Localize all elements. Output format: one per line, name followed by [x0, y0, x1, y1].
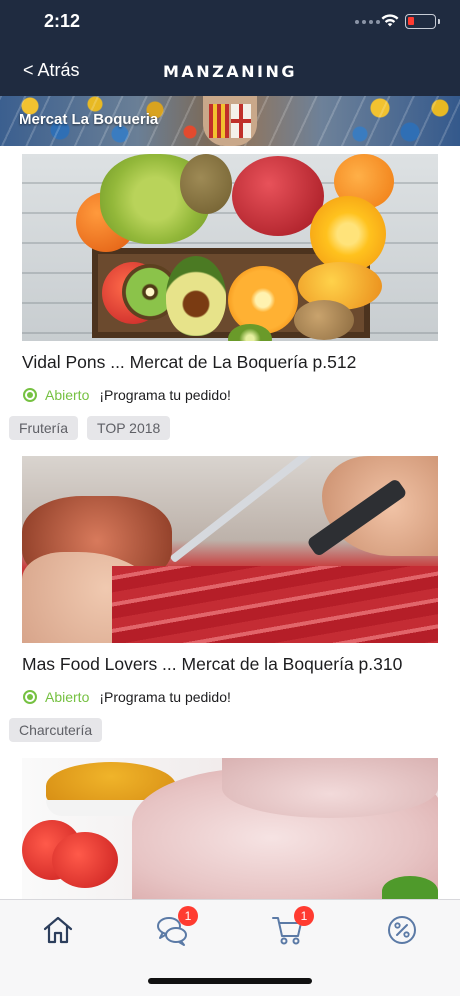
store-image-ham-slicing[interactable] [22, 456, 438, 643]
barcelona-crest-image [203, 96, 257, 146]
percent-icon [388, 916, 416, 944]
status-time: 2:12 [44, 11, 81, 31]
store-image-fruit-crate[interactable] [22, 154, 438, 341]
wifi-icon [381, 14, 399, 27]
home-indicator[interactable] [148, 978, 312, 984]
top-navigation-bar: 2:12 < Atrás MANZANING [0, 0, 460, 96]
tab-offers[interactable] [382, 912, 422, 948]
home-icon [43, 916, 73, 944]
category-tag: Charcutería [9, 718, 103, 742]
store-tags: Frutería TOP 2018 [9, 416, 171, 440]
tab-messages[interactable]: 1 [152, 906, 198, 948]
store-status-row: Abierto ¡Programa tu pedido! [23, 387, 231, 403]
market-title: Mercat La Boqueria [19, 111, 159, 128]
market-banner: Mercat La Boqueria [0, 96, 460, 146]
messages-badge: 1 [178, 906, 198, 926]
award-tag: TOP 2018 [87, 416, 171, 440]
store-title[interactable]: Mas Food Lovers ... Mercat de la Boquerí… [22, 654, 402, 675]
schedule-order-text: ¡Programa tu pedido! [99, 689, 231, 705]
tab-cart[interactable]: 1 [268, 906, 314, 948]
tab-home[interactable] [38, 912, 78, 948]
schedule-order-text: ¡Programa tu pedido! [99, 387, 231, 403]
open-status-icon [23, 388, 37, 402]
cellular-signal-icon [355, 20, 380, 24]
category-tag: Frutería [9, 416, 79, 440]
battery-icon [405, 14, 440, 29]
store-status-row: Abierto ¡Programa tu pedido! [23, 689, 231, 705]
open-status-label: Abierto [45, 689, 90, 705]
store-image-chicken-legs[interactable] [22, 758, 438, 899]
open-status-label: Abierto [45, 387, 90, 403]
cart-badge: 1 [294, 906, 314, 926]
store-tags: Charcutería [9, 718, 103, 742]
app-brand-title: MANZANING [162, 62, 298, 81]
open-status-icon [23, 690, 37, 704]
store-title[interactable]: Vidal Pons ... Mercat de La Boquería p.5… [22, 352, 356, 373]
